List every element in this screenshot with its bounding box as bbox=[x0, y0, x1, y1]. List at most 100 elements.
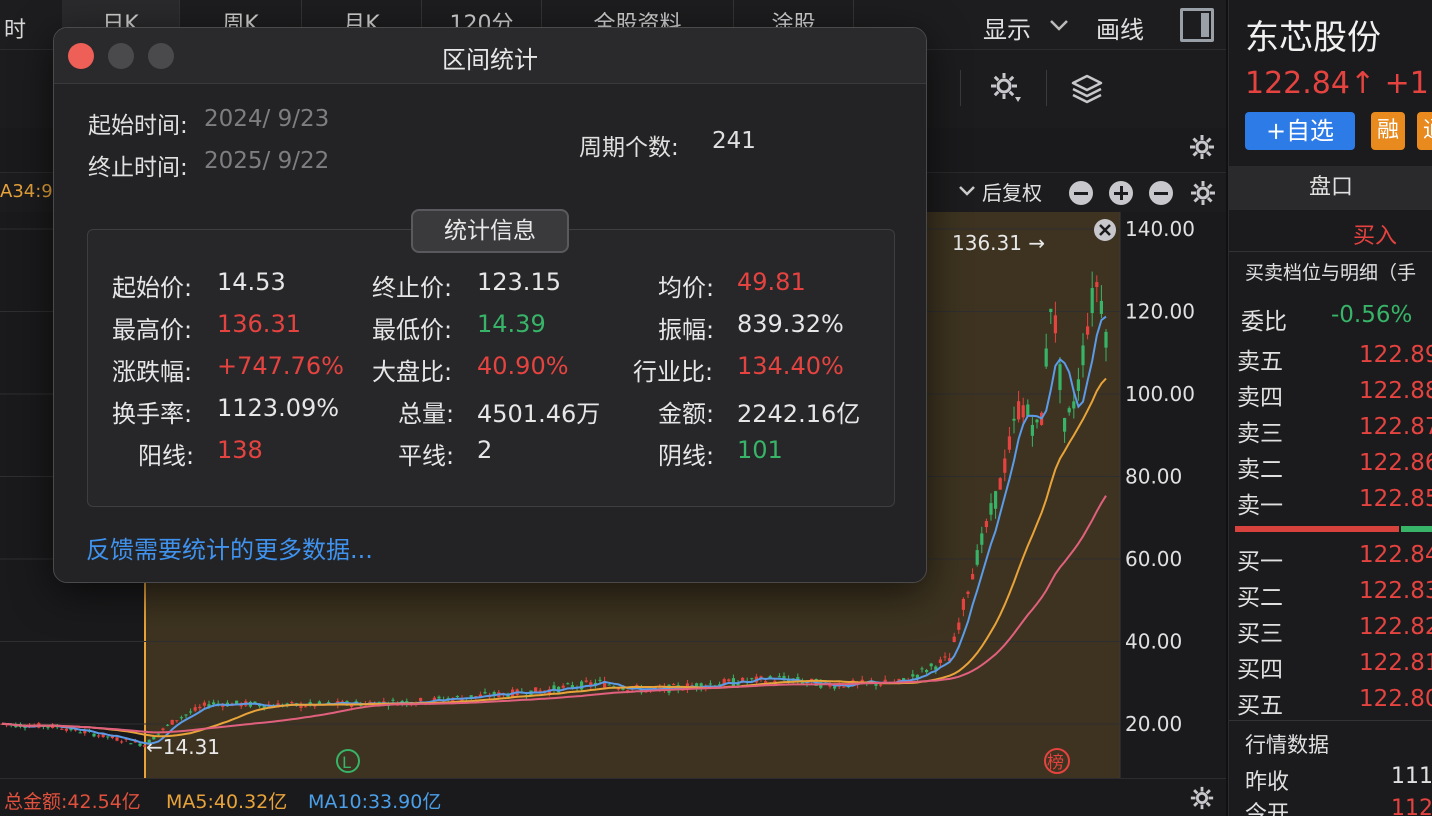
candle-body bbox=[952, 636, 956, 643]
gear-icon[interactable] bbox=[1189, 785, 1215, 811]
candle-body bbox=[842, 686, 846, 688]
level-price: 122.80 bbox=[1359, 686, 1432, 712]
candle-body bbox=[708, 683, 712, 685]
margin-trading-badge[interactable]: 融 bbox=[1371, 112, 1405, 150]
amount-label: 金额: bbox=[658, 400, 715, 428]
sell-level-row[interactable]: 卖二 122.86 bbox=[1229, 448, 1432, 484]
buy-level-row[interactable]: 买一 122.84 bbox=[1229, 540, 1432, 576]
sell-level-row[interactable]: 卖五 122.89 bbox=[1229, 340, 1432, 376]
candle-body bbox=[920, 668, 924, 670]
zoom-out-icon[interactable] bbox=[1069, 181, 1093, 205]
level-label: 卖四 bbox=[1237, 385, 1283, 411]
chevron-down-icon[interactable] bbox=[1048, 14, 1070, 36]
level-label: 买四 bbox=[1237, 657, 1283, 683]
add-to-watchlist-button[interactable]: +自选 bbox=[1245, 112, 1355, 150]
sell-level-row[interactable]: 卖四 122.88 bbox=[1229, 376, 1432, 412]
candle-body bbox=[566, 683, 570, 685]
gear-icon[interactable] bbox=[1189, 179, 1217, 207]
candle-body bbox=[1021, 405, 1025, 418]
volume-ma5: MA5:40.32亿 bbox=[166, 791, 288, 813]
dialog-titlebar[interactable]: 区间统计 bbox=[54, 28, 926, 84]
flat-candles-label: 平线: bbox=[398, 442, 455, 470]
candle-body bbox=[64, 728, 68, 731]
level-price: 122.84 bbox=[1359, 542, 1432, 568]
up-candles-value: 138 bbox=[217, 436, 263, 464]
display-menu[interactable]: 显示 bbox=[983, 10, 1031, 45]
candle-body bbox=[97, 735, 101, 737]
toolbar-divider bbox=[960, 70, 961, 106]
candle-body bbox=[1086, 326, 1090, 335]
candle-body bbox=[911, 674, 915, 677]
buy-tab-label: 买入 bbox=[1353, 224, 1398, 249]
candle-body bbox=[607, 684, 611, 686]
candle-body bbox=[672, 684, 676, 686]
candle-body bbox=[1104, 331, 1108, 348]
candle-body bbox=[731, 678, 735, 686]
avg-price-label: 均价: bbox=[658, 274, 715, 302]
amplitude-value: 839.32% bbox=[737, 310, 844, 338]
layout-toggle-icon[interactable] bbox=[1180, 8, 1214, 42]
gear-icon[interactable] bbox=[988, 70, 1022, 104]
zoom-in-icon[interactable] bbox=[1109, 181, 1133, 205]
buy-level-row[interactable]: 买二 122.83 bbox=[1229, 576, 1432, 612]
candle-body bbox=[1067, 408, 1071, 413]
buy-level-row[interactable]: 买五 122.80 bbox=[1229, 684, 1432, 720]
end-time-value: 2025/ 9/22 bbox=[204, 148, 330, 174]
price-tick-label: 40.00 bbox=[1125, 630, 1182, 654]
prev-close-label: 昨收 bbox=[1245, 770, 1290, 795]
candle-body bbox=[966, 591, 970, 595]
candle-body bbox=[971, 574, 975, 580]
amplitude-label: 振幅: bbox=[658, 316, 715, 344]
price-axis: 140.00 120.00 100.00 80.00 60.00 40.00 20.00 bbox=[1125, 217, 1195, 736]
collapse-icon[interactable] bbox=[1149, 181, 1173, 205]
candle-body bbox=[975, 550, 979, 565]
down-candles-label: 阴线: bbox=[658, 442, 715, 470]
candle-body bbox=[1076, 379, 1080, 391]
level-price: 122.82 bbox=[1359, 614, 1432, 640]
open-price-label: 今开 bbox=[1245, 802, 1290, 816]
buy-level-row[interactable]: 买三 122.82 bbox=[1229, 612, 1432, 648]
total-volume-label: 总量: bbox=[398, 400, 455, 428]
tab-intraday[interactable]: 时 bbox=[4, 12, 26, 44]
candle-body bbox=[561, 685, 565, 688]
candle-body bbox=[120, 741, 124, 743]
price-adjust-select[interactable]: 后复权 bbox=[982, 177, 1042, 206]
draw-line-menu[interactable]: 画线 bbox=[1096, 10, 1144, 45]
change-pct-label: 涨跌幅: bbox=[112, 358, 193, 386]
sell-level-row[interactable]: 卖三 122.87 bbox=[1229, 412, 1432, 448]
quote-panel: 东芯股份 122.84↑ +11 +自选 融 通 盘口 买入 买卖档位与明细（手… bbox=[1228, 0, 1432, 816]
level-price: 122.81 bbox=[1359, 650, 1432, 676]
candle-body bbox=[138, 743, 142, 746]
candle-body bbox=[202, 702, 206, 706]
chevron-down-icon[interactable] bbox=[958, 182, 976, 200]
layers-icon[interactable] bbox=[1070, 72, 1104, 106]
end-time-label: 终止时间: bbox=[88, 155, 188, 181]
candle-body bbox=[184, 714, 188, 716]
feedback-link[interactable]: 反馈需要统计的更多数据... bbox=[86, 530, 373, 565]
up-candles-label: 阳线: bbox=[138, 442, 195, 470]
candle-body bbox=[1081, 345, 1085, 366]
buy-level-row[interactable]: 买四 122.81 bbox=[1229, 648, 1432, 684]
open-price-label: 起始价: bbox=[112, 274, 193, 302]
start-time-label: 起始时间: bbox=[88, 113, 188, 139]
candle-body bbox=[598, 679, 602, 681]
candle-body bbox=[212, 702, 216, 705]
candle-body bbox=[879, 684, 883, 686]
connect-badge[interactable]: 通 bbox=[1417, 112, 1432, 150]
candle-body bbox=[1044, 348, 1048, 367]
candle-body bbox=[304, 706, 308, 708]
market-data-header[interactable]: 行情数据 bbox=[1229, 720, 1432, 764]
candle-body bbox=[179, 717, 183, 719]
change-pct-value: +747.76% bbox=[217, 352, 344, 380]
volume-total-amount: 总金额:42.54亿 bbox=[4, 791, 141, 813]
candle-body bbox=[166, 724, 170, 726]
buy-tab[interactable]: 买入 bbox=[1229, 212, 1432, 252]
high-price-value: 136.31 bbox=[217, 310, 301, 338]
close-price-value: 123.15 bbox=[477, 268, 561, 296]
level-price: 122.83 bbox=[1359, 578, 1432, 604]
candle-body bbox=[78, 732, 82, 734]
order-book-tab[interactable]: 盘口 bbox=[1229, 166, 1432, 210]
sell-level-row[interactable]: 卖一 122.85 bbox=[1229, 484, 1432, 520]
candle-body bbox=[1058, 364, 1062, 390]
gear-icon[interactable] bbox=[1188, 133, 1216, 161]
